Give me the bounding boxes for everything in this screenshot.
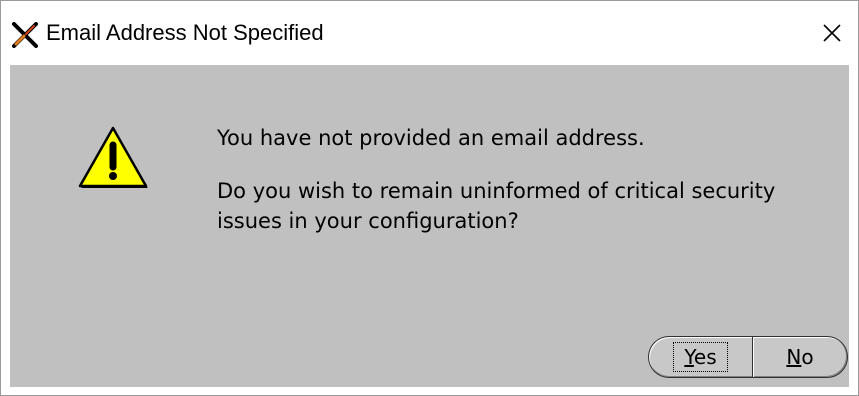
dialog-message: You have not provided an email address. … [217, 123, 837, 236]
no-label-rest: o [801, 345, 814, 369]
warning-icon [78, 126, 148, 188]
yes-button-label: Yes [673, 342, 728, 372]
message-line-1: You have not provided an email address. [217, 126, 645, 150]
no-button[interactable]: No [752, 336, 848, 378]
window-title: Email Address Not Specified [46, 20, 324, 45]
oracle-x-icon [12, 22, 38, 48]
yes-button[interactable]: Yes [648, 336, 752, 378]
no-mnemonic: N [786, 345, 802, 369]
no-button-label: No [786, 345, 813, 369]
close-button[interactable] [814, 15, 850, 51]
message-line-2: Do you wish to remain uninformed of crit… [217, 179, 776, 233]
dialog-window: Email Address Not Specified You have not… [0, 0, 859, 396]
yes-mnemonic: Y [684, 345, 694, 369]
yes-label-rest: es [693, 345, 717, 369]
close-icon [823, 24, 841, 42]
title-bar[interactable]: Email Address Not Specified [1, 1, 858, 65]
dialog-body: You have not provided an email address. … [10, 65, 849, 387]
